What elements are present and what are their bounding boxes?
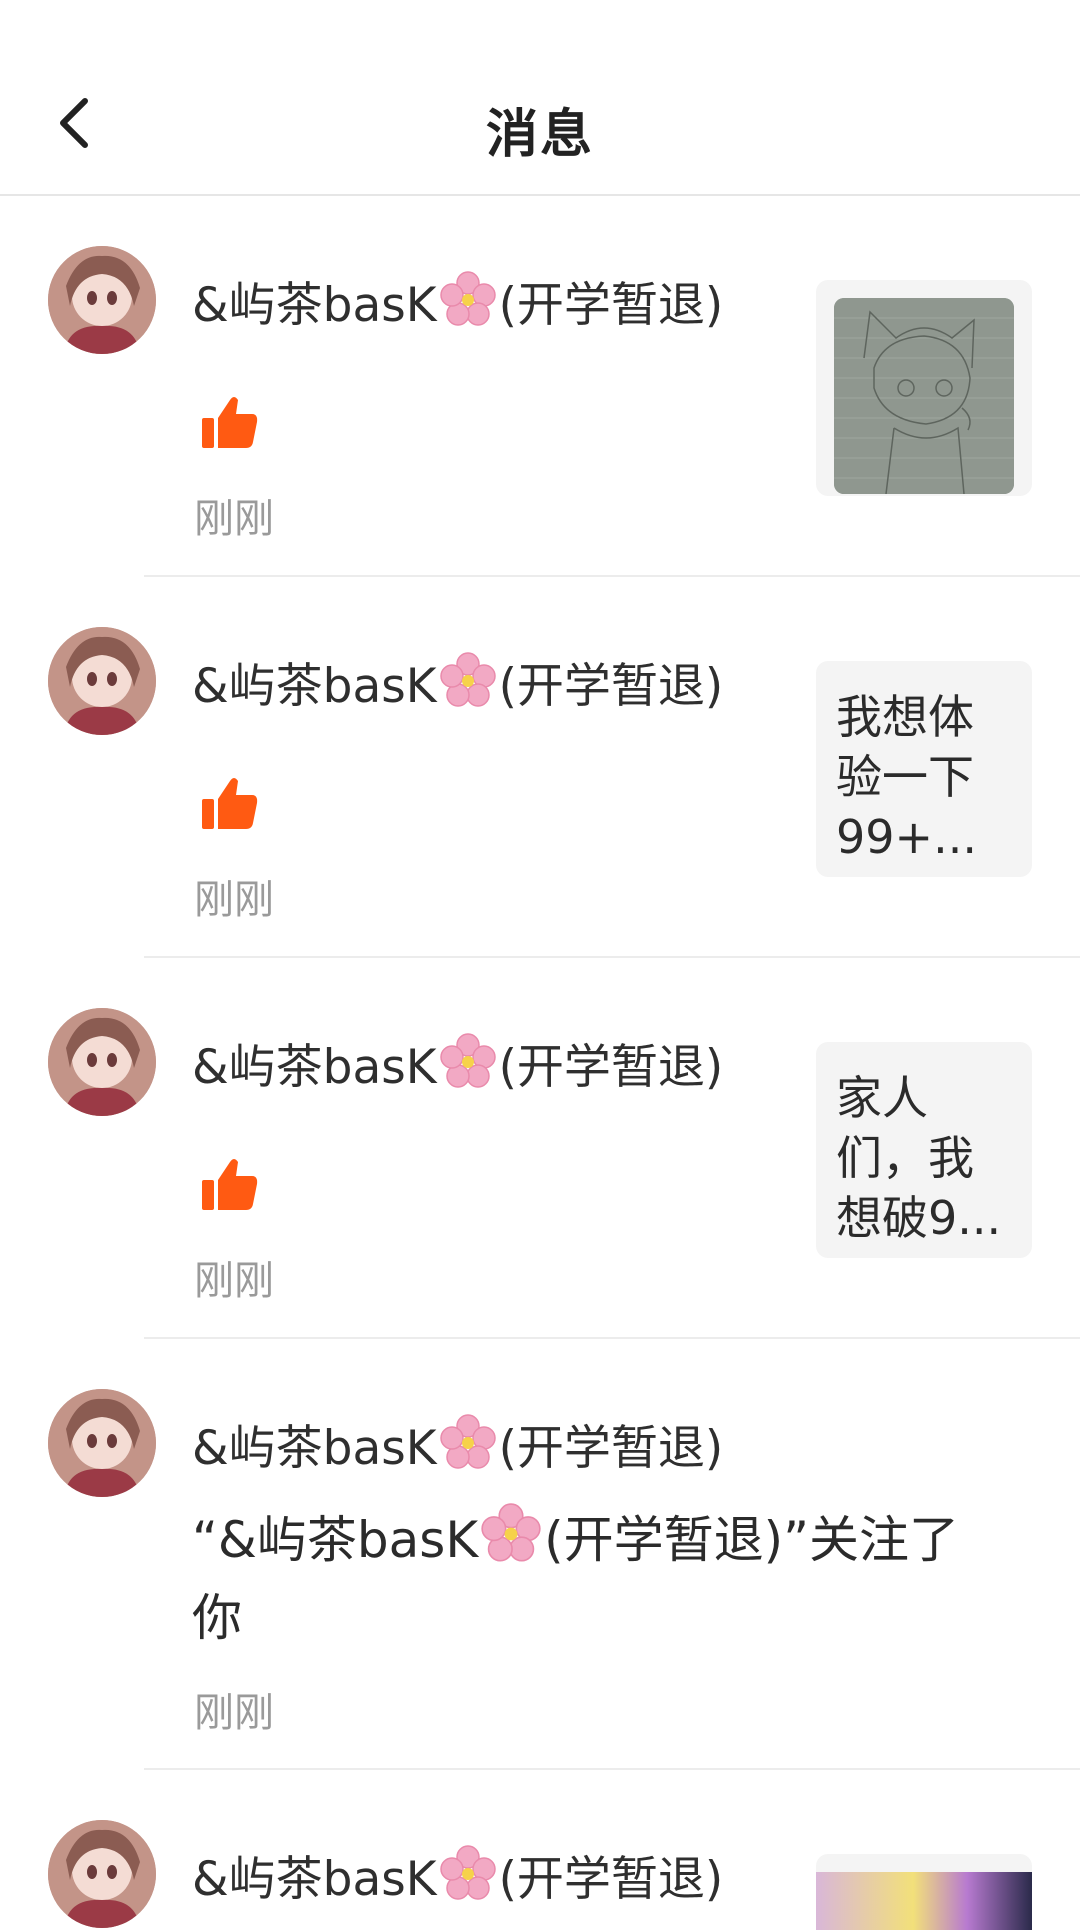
timestamp: 刚刚	[194, 1690, 274, 1736]
notification-item[interactable]: &屿茶basK (开学暂退) 刚刚 家人们，我想破9...	[0, 958, 1080, 1339]
post-thumbnail[interactable]	[816, 280, 1032, 496]
follow-message: “&屿茶basK (开学暂退)”关注了你	[192, 1503, 972, 1653]
timestamp: 刚刚	[194, 496, 274, 542]
username[interactable]: &屿茶basK (开学暂退)	[192, 1840, 723, 1915]
cherry-blossom-icon	[439, 1845, 497, 1915]
cherry-blossom-icon	[439, 1414, 497, 1484]
post-preview[interactable]: 家人们，我想破9...	[816, 1042, 1032, 1258]
notification-item[interactable]: &屿茶basK (开学暂退)	[0, 1770, 1080, 1930]
notification-item[interactable]: &屿茶basK (开学暂退) 刚刚 我想体验一下99+...	[0, 577, 1080, 958]
notification-item[interactable]: &屿茶basK (开学暂退) 刚刚	[0, 196, 1080, 577]
thumbs-up-icon	[200, 392, 260, 452]
avatar[interactable]	[48, 246, 156, 354]
username[interactable]: &屿茶basK (开学暂退)	[192, 1409, 723, 1484]
username[interactable]: &屿茶basK (开学暂退)	[192, 1028, 723, 1103]
avatar[interactable]	[48, 1389, 156, 1497]
cherry-blossom-icon	[480, 1503, 542, 1583]
cherry-blossom-icon	[439, 652, 497, 722]
cherry-blossom-icon	[439, 271, 497, 341]
username[interactable]: &屿茶basK (开学暂退)	[192, 647, 723, 722]
username[interactable]: &屿茶basK (开学暂退)	[192, 266, 723, 341]
timestamp: 刚刚	[194, 1258, 274, 1304]
post-preview-text: 我想体验一下99+...	[836, 690, 977, 864]
avatar[interactable]	[48, 1008, 156, 1116]
timestamp: 刚刚	[194, 877, 274, 923]
thumbs-up-icon	[200, 773, 260, 833]
notification-item[interactable]: &屿茶basK (开学暂退) “&屿茶basK (开学暂退)”关注了你 刚刚	[0, 1339, 1080, 1770]
post-preview-text: 家人们，我想破9...	[836, 1071, 1002, 1245]
top-bar: 消息	[0, 0, 1080, 196]
cherry-blossom-icon	[439, 1033, 497, 1103]
sketch-image	[834, 298, 1014, 494]
colorful-image	[816, 1872, 1032, 1930]
post-thumbnail[interactable]	[816, 1854, 1032, 1930]
avatar[interactable]	[48, 627, 156, 735]
notification-list[interactable]: &屿茶basK (开学暂退) 刚刚 &屿茶basK (开学暂退) 刚刚 我想体验…	[0, 196, 1080, 1930]
page-title: 消息	[485, 105, 594, 165]
thumbs-up-icon	[200, 1154, 260, 1214]
post-preview[interactable]: 我想体验一下99+...	[816, 661, 1032, 877]
avatar[interactable]	[48, 1820, 156, 1928]
